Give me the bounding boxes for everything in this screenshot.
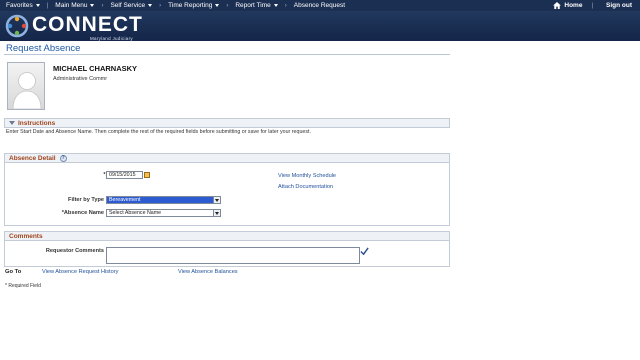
breadcrumb-time-reporting-label: Time Reporting	[168, 2, 213, 9]
collapse-triangle-icon	[9, 121, 15, 125]
employee-job-title: Administrative Commr	[53, 76, 108, 82]
absence-detail-header-label: Absence Detail	[9, 154, 56, 162]
nav-main-menu[interactable]: Main Menu	[49, 0, 100, 11]
logo-mark-icon	[5, 14, 29, 38]
filter-by-type-select[interactable]: Bereavement	[106, 196, 221, 204]
view-absence-request-history-link[interactable]: View Absence Request History	[42, 269, 118, 275]
attach-documentation-link[interactable]: Attach Documentation	[278, 184, 333, 190]
nav-right-group: Home | Sign out	[545, 0, 640, 11]
chevron-down-icon	[273, 4, 278, 7]
view-monthly-schedule-link[interactable]: View Monthly Schedule	[278, 173, 336, 179]
employee-name: MICHAEL CHARNASKY	[53, 64, 138, 73]
page-title: Request Absence	[6, 43, 81, 54]
chevron-down-icon	[213, 210, 220, 216]
absence-name-label: *Absence Name	[61, 210, 104, 216]
help-icon[interactable]: ?	[59, 154, 67, 162]
instructions-text: Enter Start Date and Absence Name. Then …	[6, 129, 311, 135]
breadcrumb-report-time-label: Report Time	[235, 2, 271, 9]
view-absence-balances-link[interactable]: View Absence Balances	[178, 269, 238, 275]
header-banner: CONNECT Maryland Judiciary	[0, 11, 640, 41]
breadcrumb-self-service-label: Self Service	[110, 2, 146, 9]
absence-name-value: Select Absence Name	[109, 210, 162, 216]
nav-favorites[interactable]: Favorites	[0, 0, 46, 11]
chevron-down-icon	[215, 4, 220, 7]
requestor-comments-textarea[interactable]	[106, 247, 360, 264]
logo-subtitle: Maryland Judiciary	[90, 36, 133, 41]
title-divider	[4, 54, 450, 55]
goto-label: Go To	[5, 269, 22, 275]
avatar	[7, 62, 45, 110]
top-nav-bar: Favorites | Main Menu › Self Service › T…	[0, 0, 640, 11]
instructions-header[interactable]: Instructions	[4, 118, 450, 128]
breadcrumb-absence-request: Absence Request	[288, 0, 351, 11]
sign-out-link[interactable]: Sign out	[594, 2, 640, 9]
breadcrumb-self-service[interactable]: Self Service	[104, 0, 158, 11]
spell-check-icon[interactable]	[360, 247, 369, 256]
home-icon	[553, 2, 562, 9]
nav-main-menu-label: Main Menu	[55, 2, 88, 9]
chevron-down-icon	[213, 197, 220, 203]
absence-name-select[interactable]: Select Absence Name	[106, 209, 221, 217]
nav-favorites-label: Favorites	[6, 2, 33, 9]
instructions-header-label: Instructions	[18, 119, 56, 127]
requestor-comments-label: Requestor Comments	[45, 248, 104, 254]
filter-by-type-label: Filter by Type	[68, 197, 104, 203]
absence-detail-header: Absence Detail ?	[4, 153, 450, 163]
logo-text: CONNECT	[32, 13, 143, 36]
chevron-down-icon	[35, 4, 40, 7]
home-button[interactable]: Home	[545, 2, 590, 9]
calendar-icon[interactable]	[144, 172, 150, 178]
breadcrumb-time-reporting[interactable]: Time Reporting	[162, 0, 225, 11]
start-date-input[interactable]: 09/15/2015	[106, 171, 143, 179]
chevron-down-icon	[148, 4, 153, 7]
comments-header: Comments	[4, 231, 450, 241]
breadcrumb-absence-request-label: Absence Request	[293, 2, 346, 9]
filter-by-type-value: Bereavement	[109, 197, 141, 203]
home-label: Home	[564, 2, 583, 9]
required-field-note: * Required Field	[5, 283, 41, 289]
chevron-down-icon	[90, 4, 95, 7]
person-silhouette-icon	[12, 72, 42, 109]
breadcrumb-report-time[interactable]: Report Time	[229, 0, 283, 11]
comments-header-label: Comments	[9, 232, 43, 240]
